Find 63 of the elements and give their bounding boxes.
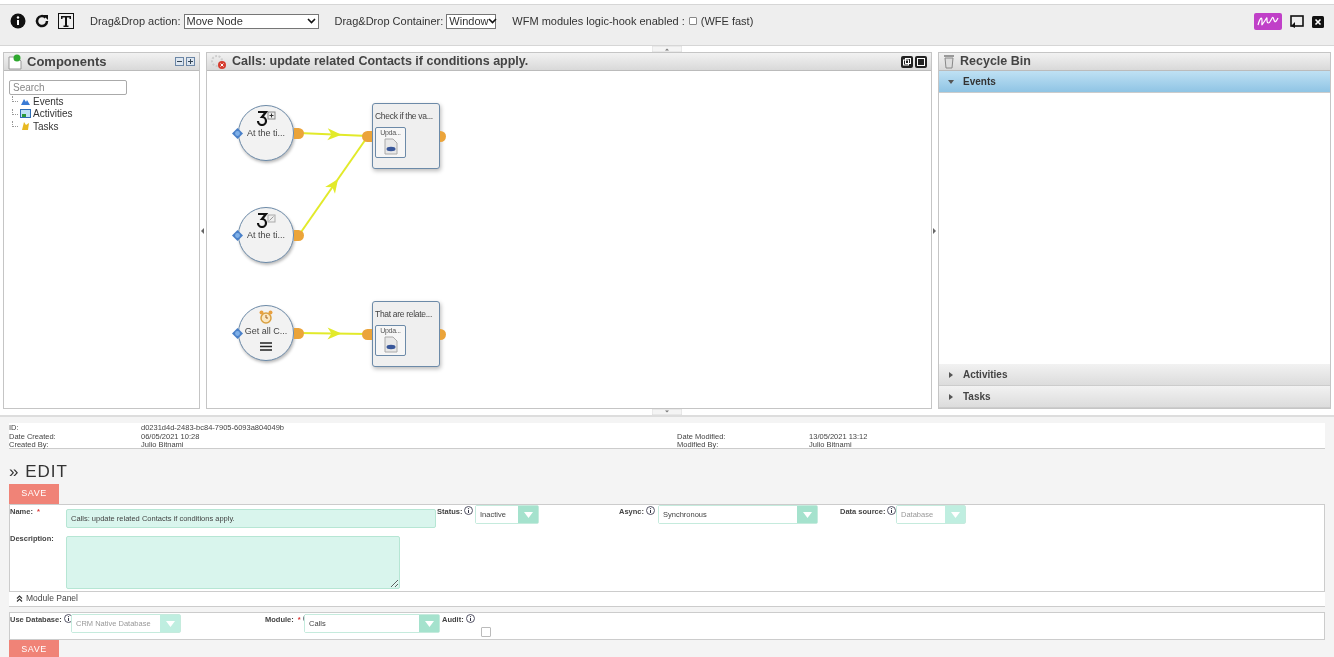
caret-right-icon [947, 393, 955, 400]
caret-down-icon [950, 511, 960, 518]
event-node[interactable]: At the ti... [238, 105, 294, 161]
info-icon[interactable] [887, 506, 897, 515]
menu-icon[interactable] [260, 341, 272, 351]
event-node[interactable]: Get all C... [238, 305, 294, 361]
help-diamond-icon [232, 128, 243, 139]
node-label: Get all C... [244, 325, 288, 338]
caret-right-icon [947, 371, 955, 378]
container-select[interactable]: Window [446, 13, 497, 29]
action-label: Drag&Drop action: [90, 14, 181, 29]
module-panel-title[interactable]: Module Panel [26, 592, 78, 605]
collapse-right-icon[interactable] [933, 227, 937, 234]
accordion-header[interactable]: Activities [939, 364, 1330, 386]
canvas-title: Calls: update related Contacts if conditions apply. [232, 53, 529, 71]
caret-down-icon [523, 511, 533, 518]
logic-hook-label: WFM modules logic-hook enabled : [512, 14, 685, 29]
double-chevron-up-icon[interactable] [16, 595, 23, 602]
collapse-all-icon[interactable] [175, 57, 184, 66]
info-icon[interactable] [10, 13, 26, 29]
node-label: At the ti... [247, 229, 285, 242]
accordion-header[interactable]: Tasks [939, 386, 1330, 408]
checkbox[interactable] [481, 627, 491, 637]
accordion-header[interactable]: Events [939, 71, 1330, 93]
caret-down-icon [165, 620, 175, 627]
expand-all-icon[interactable] [186, 57, 195, 66]
event-node[interactable]: At the ti... [238, 207, 294, 263]
search-field[interactable]: Search [9, 80, 127, 95]
checkbox[interactable] [688, 17, 697, 26]
close-icon[interactable] [1312, 15, 1324, 28]
info-icon[interactable] [465, 614, 475, 623]
panel-title: Components [27, 52, 107, 71]
info-icon[interactable] [646, 506, 655, 515]
caret-down-icon [802, 511, 812, 518]
window-icon[interactable] [915, 55, 927, 68]
logo-icon [1254, 13, 1282, 30]
help-diamond-icon [232, 230, 243, 241]
collapse-left-icon[interactable] [201, 227, 205, 234]
collapse-handle-icon[interactable] [652, 46, 682, 52]
input-port[interactable] [362, 329, 372, 340]
trash-icon [943, 54, 955, 69]
alarm-clock-icon [259, 310, 273, 324]
caret-down-icon [424, 620, 434, 627]
copy-icon[interactable] [901, 55, 913, 68]
help-diamond-icon [232, 328, 243, 339]
file-icon [383, 138, 398, 156]
tree-item[interactable]: Events [33, 93, 64, 109]
action-select[interactable]: Move Node [183, 13, 319, 29]
edit-heading: » EDIT [9, 461, 69, 481]
fullscreen-icon[interactable] [1290, 14, 1304, 29]
caret-down-icon [947, 79, 955, 84]
refresh-icon[interactable] [34, 13, 50, 29]
gear-error-icon [211, 53, 227, 70]
description-field[interactable] [66, 536, 400, 589]
file-icon [383, 336, 398, 354]
input-port[interactable] [362, 131, 372, 142]
info-icon[interactable] [464, 506, 474, 515]
collapse-handle-icon[interactable] [652, 409, 682, 415]
text-icon[interactable] [58, 13, 74, 29]
panel-title: Recycle Bin [960, 53, 1031, 71]
container-label: Drag&Drop Container: [334, 14, 444, 29]
logic-hook-note: (WFE fast) [700, 14, 754, 29]
node-label: At the ti... [247, 127, 285, 140]
